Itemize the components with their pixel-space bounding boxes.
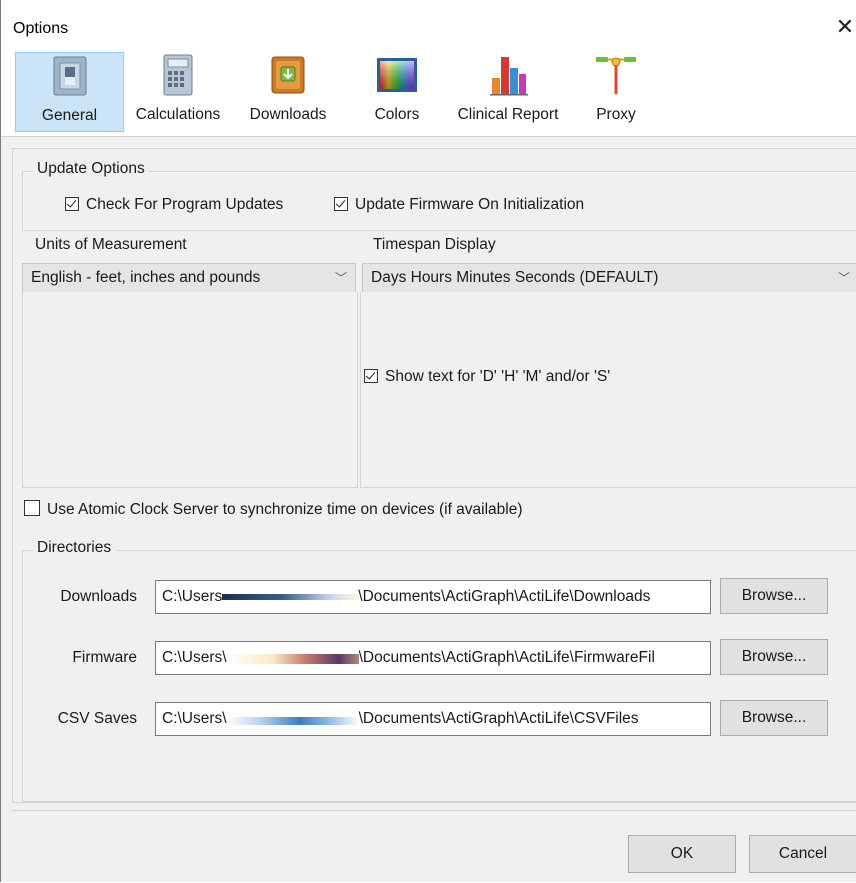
checkbox-label: Update Firmware On Initialization — [355, 196, 585, 213]
tab-general[interactable]: General — [15, 52, 124, 132]
update-firmware-checkbox[interactable]: Update Firmware On Initialization — [334, 196, 584, 214]
group-title: Update Options — [33, 160, 149, 178]
tab-label: Calculations — [135, 106, 221, 123]
timespan-group-title: Timespan Display — [369, 236, 500, 254]
ok-button[interactable]: OK — [628, 835, 736, 873]
redacted-username — [222, 594, 359, 600]
atomic-clock-checkbox[interactable]: Use Atomic Clock Server to synchronize t… — [24, 500, 523, 519]
window-title: Options — [13, 20, 69, 37]
path-suffix: \Documents\ActiGraph\ActiLife\Downloads — [358, 588, 651, 605]
firmware-dir-label: Firmware — [72, 649, 137, 666]
tab-proxy[interactable]: Proxy — [585, 52, 647, 132]
calculator-icon — [163, 54, 193, 96]
tab-colors[interactable]: Colors — [365, 52, 429, 132]
firmware-path-input[interactable]: C:\Users\ \Documents\ActiGraph\ActiLife\F… — [155, 641, 711, 675]
tab-downloads[interactable]: Downloads — [241, 52, 335, 132]
redacted-username — [226, 654, 359, 664]
units-dropdown[interactable]: English - feet, inches and pounds ﹀ — [22, 263, 356, 293]
checkbox-label: Show text for 'D' 'H' 'M' and/or 'S' — [385, 368, 611, 385]
csv-saves-path-input[interactable]: C:\Users\ \Documents\ActiGraph\ActiLife\C… — [155, 702, 711, 736]
tab-label: Downloads — [249, 106, 327, 123]
update-options-group: Update Options Check For Program Updates… — [22, 160, 856, 231]
checkbox-label: Check For Program Updates — [86, 196, 284, 213]
path-prefix: C:\Users\ — [162, 710, 227, 727]
tab-label: Colors — [374, 106, 420, 123]
options-dialog: Options ✕ General Calculations Downloads… — [0, 0, 856, 882]
tab-label: Clinical Report — [457, 106, 559, 123]
checkbox-box[interactable] — [24, 500, 40, 516]
network-proxy-icon — [596, 57, 636, 94]
tab-calculations[interactable]: Calculations — [127, 52, 229, 132]
downloads-path-input[interactable]: C:\Users \Documents\ActiGraph\ActiLife\Do… — [155, 580, 711, 614]
downloads-browse-button[interactable]: Browse... — [720, 578, 828, 614]
cancel-button[interactable]: Cancel — [749, 835, 856, 873]
color-palette-icon — [377, 58, 417, 92]
directories-group: Directories Downloads C:\Users \Documents… — [22, 539, 856, 802]
checkbox-box[interactable] — [334, 197, 348, 211]
csv-saves-dir-label: CSV Saves — [57, 710, 137, 727]
timespan-dropdown[interactable]: Days Hours Minutes Seconds (DEFAULT) ﹀ — [362, 263, 856, 293]
path-suffix: \Documents\ActiGraph\ActiLife\FirmwareFi… — [358, 649, 655, 666]
checkbox-box[interactable] — [65, 197, 79, 211]
path-prefix: C:\Users\ — [162, 649, 227, 666]
options-toolbar: General Calculations Downloads Colors Cl… — [1, 52, 856, 137]
tab-clinical-report[interactable]: Clinical Report — [445, 52, 571, 132]
title-bar: Options ✕ — [1, 0, 856, 56]
tab-label: Proxy — [596, 106, 636, 123]
checkbox-label: Use Atomic Clock Server to synchronize t… — [47, 501, 523, 518]
csv-saves-browse-button[interactable]: Browse... — [720, 700, 828, 736]
units-panel — [22, 292, 358, 488]
download-box-icon — [271, 56, 305, 94]
group-title: Directories — [33, 539, 116, 557]
path-prefix: C:\Users — [162, 588, 223, 605]
general-settings-panel: Update Options Check For Program Updates… — [12, 148, 856, 803]
path-suffix: \Documents\ActiGraph\ActiLife\CSVFiles — [358, 710, 639, 727]
checkbox-box[interactable] — [364, 369, 378, 383]
close-icon[interactable]: ✕ — [833, 12, 856, 42]
units-selected-value: English - feet, inches and pounds — [31, 269, 261, 286]
timespan-selected-value: Days Hours Minutes Seconds (DEFAULT) — [371, 269, 659, 286]
switch-icon — [53, 56, 86, 96]
chevron-down-icon: ﹀ — [334, 271, 347, 285]
dialog-footer: OK Cancel — [12, 810, 856, 883]
show-dhms-text-checkbox[interactable]: Show text for 'D' 'H' 'M' and/or 'S' — [364, 368, 610, 386]
check-program-updates-checkbox[interactable]: Check For Program Updates — [65, 196, 283, 214]
chevron-down-icon: ﹀ — [837, 271, 850, 285]
firmware-browse-button[interactable]: Browse... — [720, 639, 828, 675]
bar-chart-icon — [490, 57, 528, 96]
downloads-dir-label: Downloads — [60, 588, 137, 605]
timespan-panel — [360, 292, 856, 488]
redacted-username — [226, 717, 359, 725]
tab-label: General — [41, 107, 98, 124]
units-group-title: Units of Measurement — [31, 236, 191, 254]
